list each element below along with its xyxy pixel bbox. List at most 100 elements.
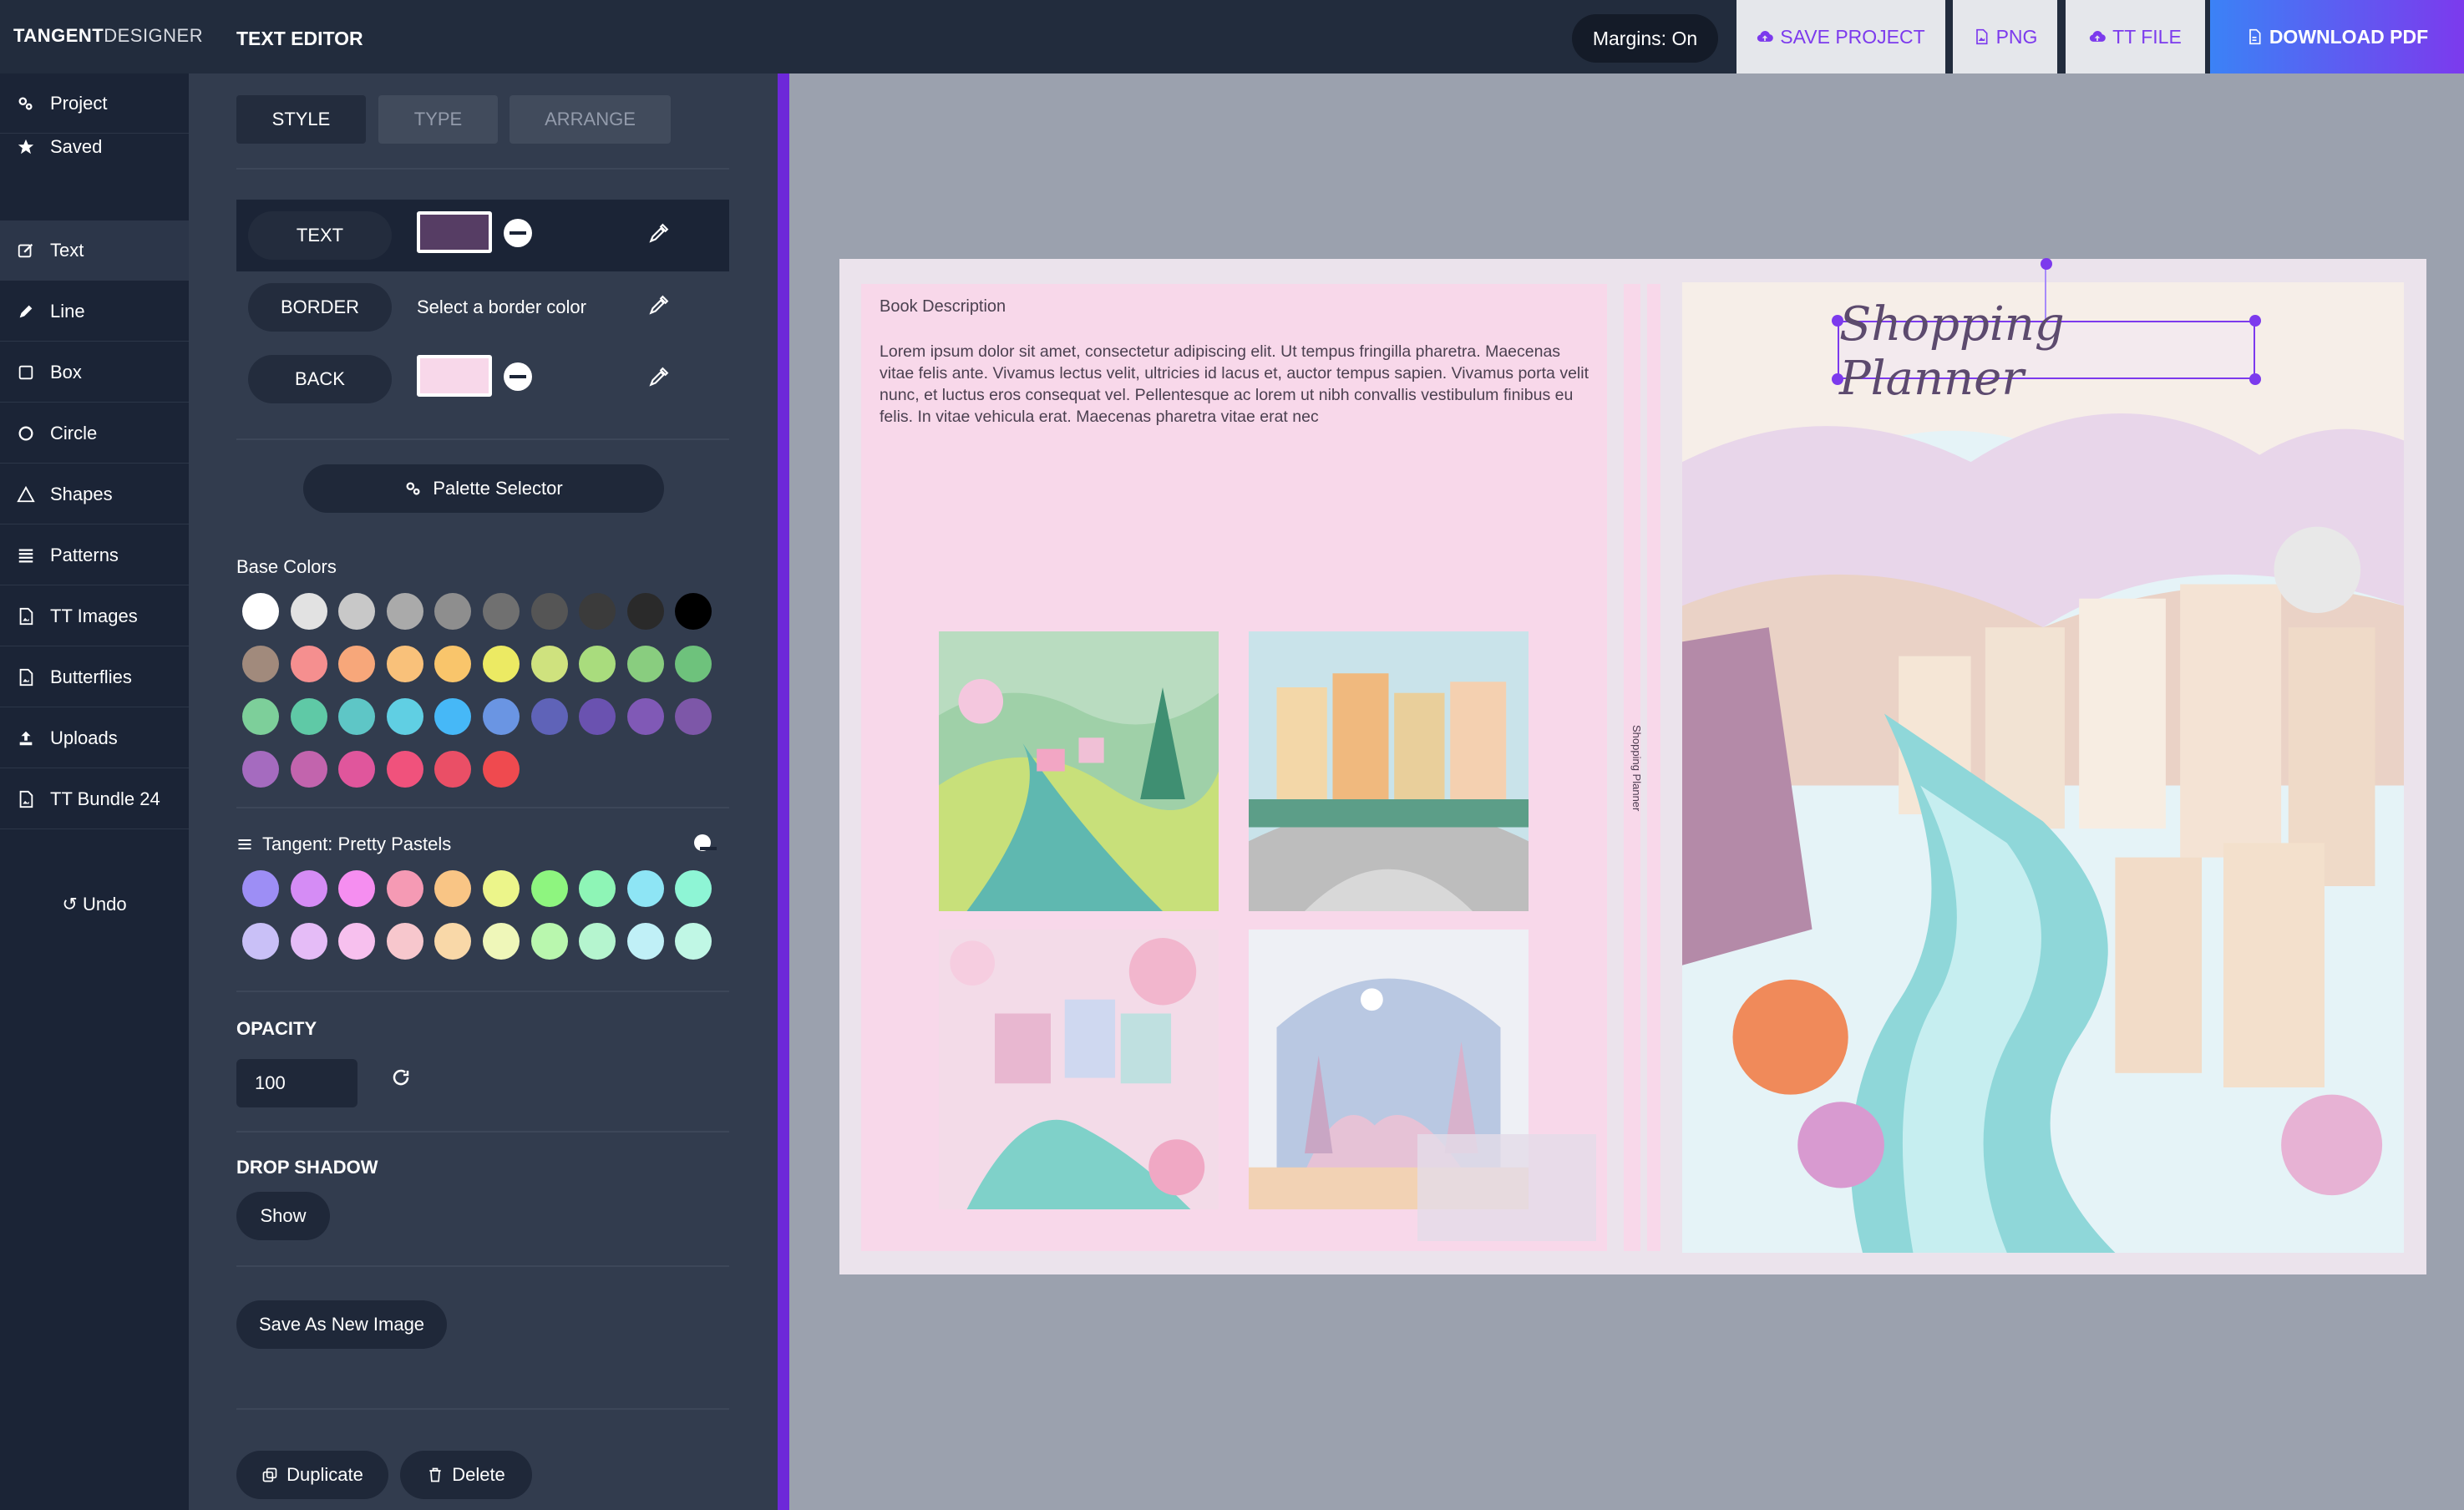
color-swatch[interactable]	[338, 646, 376, 682]
color-swatch[interactable]	[483, 698, 520, 735]
color-swatch[interactable]	[242, 698, 279, 735]
back-color-swatch[interactable]	[417, 355, 492, 397]
color-swatch[interactable]	[579, 646, 616, 682]
color-swatch[interactable]	[242, 870, 279, 907]
front-cover-image[interactable]	[1682, 282, 2404, 1253]
save-as-new-image-button[interactable]: Save As New Image	[236, 1300, 447, 1349]
sidebar-item-box[interactable]: Box	[0, 342, 189, 403]
color-swatch[interactable]	[386, 870, 423, 907]
show-shadow-button[interactable]: Show	[236, 1192, 330, 1240]
color-swatch[interactable]	[626, 646, 664, 682]
resize-handle[interactable]	[1832, 315, 1843, 327]
palette-selector-button[interactable]: Palette Selector	[303, 464, 664, 513]
sidebar-item-circle[interactable]: Circle	[0, 403, 189, 464]
sidebar-item-patterns[interactable]: Patterns	[0, 525, 189, 585]
text-color-label[interactable]: TEXT	[248, 211, 392, 260]
color-swatch[interactable]	[483, 870, 520, 907]
resize-handle[interactable]	[2249, 373, 2261, 385]
color-swatch[interactable]	[290, 923, 327, 960]
cover-title-text[interactable]: Shopping Planner	[1839, 297, 2257, 406]
refresh-icon[interactable]	[391, 1067, 411, 1087]
color-swatch[interactable]	[483, 923, 520, 960]
cover-title-textbox[interactable]: Shopping Planner	[1838, 297, 2257, 406]
clear-color-icon[interactable]	[504, 219, 532, 247]
color-swatch[interactable]	[290, 646, 327, 682]
color-swatch[interactable]	[483, 751, 520, 788]
color-swatch[interactable]	[386, 751, 423, 788]
color-swatch[interactable]	[386, 593, 423, 630]
color-swatch[interactable]	[242, 593, 279, 630]
color-swatch[interactable]	[338, 870, 376, 907]
color-swatch[interactable]	[530, 923, 568, 960]
back-cover-body[interactable]: Lorem ipsum dolor sit amet, consectetur …	[880, 341, 1589, 428]
delete-button[interactable]: Delete	[400, 1451, 532, 1499]
color-swatch[interactable]	[338, 923, 376, 960]
eyedropper-icon[interactable]	[647, 223, 669, 245]
tt-file-button[interactable]: TT FILE	[2066, 0, 2205, 73]
sidebar-item-line[interactable]: Line	[0, 281, 189, 342]
text-color-swatch[interactable]	[417, 211, 492, 253]
resize-handle[interactable]	[1832, 373, 1843, 385]
image-placeholder[interactable]	[1417, 1134, 1596, 1241]
tab-arrange[interactable]: ARRANGE	[510, 95, 671, 144]
duplicate-button[interactable]: Duplicate	[236, 1451, 388, 1499]
back-color-label[interactable]: BACK	[248, 355, 392, 403]
rotate-handle[interactable]	[2041, 258, 2052, 270]
color-swatch[interactable]	[530, 698, 568, 735]
color-swatch[interactable]	[338, 751, 376, 788]
remove-palette-icon[interactable]	[694, 834, 717, 851]
color-swatch[interactable]	[338, 593, 376, 630]
panel-resize-handle[interactable]	[778, 73, 789, 1510]
clear-color-icon[interactable]	[504, 362, 532, 391]
color-swatch[interactable]	[483, 593, 520, 630]
eyedropper-icon[interactable]	[647, 295, 669, 317]
color-swatch[interactable]	[290, 593, 327, 630]
color-swatch[interactable]	[626, 593, 664, 630]
back-cover-title[interactable]: Book Description	[880, 297, 1006, 317]
sidebar-item-tt-bundle-24[interactable]: TT Bundle 24	[0, 769, 189, 829]
color-swatch[interactable]	[579, 923, 616, 960]
color-swatch[interactable]	[290, 698, 327, 735]
color-swatch[interactable]	[579, 593, 616, 630]
color-swatch[interactable]	[338, 698, 376, 735]
color-swatch[interactable]	[483, 646, 520, 682]
color-swatch[interactable]	[386, 923, 423, 960]
color-swatch[interactable]	[242, 751, 279, 788]
color-swatch[interactable]	[386, 698, 423, 735]
cover-image-pink-village[interactable]	[939, 930, 1219, 1209]
sidebar-item-shapes[interactable]: Shapes	[0, 464, 189, 524]
menu-icon[interactable]	[236, 836, 253, 853]
border-color-label[interactable]: BORDER	[248, 283, 392, 332]
color-swatch[interactable]	[386, 646, 423, 682]
opacity-input[interactable]: 100	[236, 1059, 357, 1107]
sidebar-item-saved[interactable]: Saved	[0, 122, 189, 172]
color-swatch[interactable]	[290, 751, 327, 788]
color-swatch[interactable]	[626, 698, 664, 735]
save-project-button[interactable]: SAVE PROJECT	[1736, 0, 1945, 73]
margins-toggle[interactable]: Margins: On	[1572, 14, 1718, 63]
sidebar-item-text[interactable]: Text	[0, 220, 189, 281]
spine-text[interactable]: Shopping Planner	[1626, 718, 1643, 818]
png-button[interactable]: PNG	[1953, 0, 2057, 73]
color-swatch[interactable]	[579, 698, 616, 735]
tab-type[interactable]: TYPE	[378, 95, 498, 144]
color-swatch[interactable]	[530, 870, 568, 907]
cover-image-village-bridge[interactable]	[1249, 631, 1529, 911]
color-swatch[interactable]	[290, 870, 327, 907]
tab-style[interactable]: STYLE	[236, 95, 366, 144]
color-swatch[interactable]	[530, 593, 568, 630]
brand-logo[interactable]: TANGENTDESIGNER	[13, 25, 203, 47]
color-swatch[interactable]	[626, 923, 664, 960]
sidebar-item-uploads[interactable]: Uploads	[0, 708, 189, 768]
sidebar-item-butterflies[interactable]: Butterflies	[0, 647, 189, 707]
undo-button[interactable]: ↺ Undo	[0, 894, 189, 915]
color-swatch[interactable]	[242, 646, 279, 682]
color-swatch[interactable]	[579, 870, 616, 907]
color-swatch[interactable]	[626, 870, 664, 907]
color-swatch[interactable]	[242, 923, 279, 960]
border-color-placeholder[interactable]: Select a border color	[417, 296, 586, 318]
cover-image-village-hills[interactable]	[939, 631, 1219, 911]
sidebar-item-tt-images[interactable]: TT Images	[0, 586, 189, 646]
download-pdf-button[interactable]: DOWNLOAD PDF	[2210, 0, 2464, 73]
eyedropper-icon[interactable]	[647, 367, 669, 388]
